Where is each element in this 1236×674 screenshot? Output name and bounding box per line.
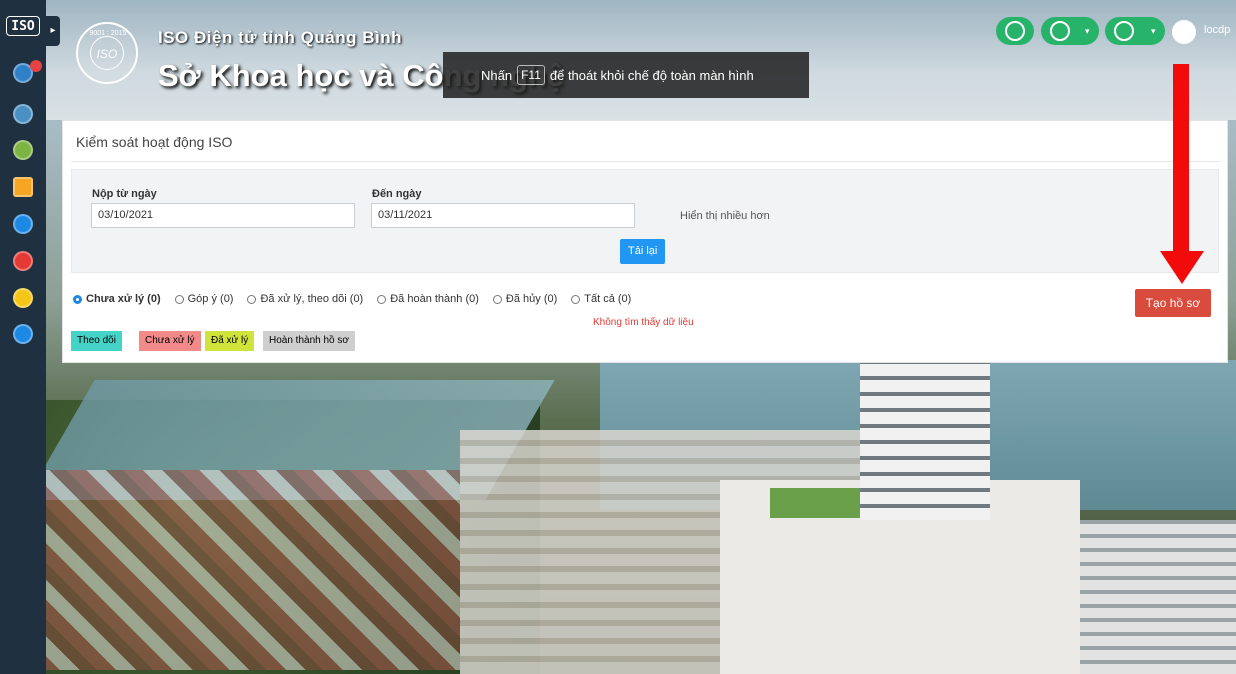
- user-name[interactable]: locdp: [1204, 24, 1230, 36]
- clipboard-icon[interactable]: [13, 140, 33, 160]
- status-filter: Chưa xử lý (0) Góp ý (0) Đã xử lý, theo …: [73, 293, 645, 305]
- users-icon[interactable]: [13, 214, 33, 234]
- globe-icon: [1050, 21, 1070, 41]
- moon-icon[interactable]: [13, 288, 33, 308]
- document-icon[interactable]: [13, 104, 33, 124]
- annotation-arrow-head: [1160, 251, 1204, 284]
- chevron-down-icon: ▾: [1151, 26, 1156, 36]
- folder-icon[interactable]: [13, 177, 33, 197]
- radio-icon: [571, 294, 581, 304]
- to-date-label: Đến ngày: [372, 188, 422, 200]
- chevron-down-icon: ▾: [1085, 26, 1090, 36]
- iso-control-panel: Kiểm soát hoạt động ISO Nộp từ ngày 03/1…: [62, 120, 1228, 363]
- bg-buildings-right: [1080, 520, 1236, 674]
- site-subtitle: ISO Điện tử tỉnh Quảng Bình: [158, 28, 402, 47]
- radio-icon: [492, 294, 502, 304]
- caret-right-icon[interactable]: ▸: [46, 16, 60, 46]
- divider: [71, 161, 1221, 162]
- chart-icon[interactable]: [13, 251, 33, 271]
- from-date-input[interactable]: 03/10/2021: [91, 203, 355, 228]
- show-more-link[interactable]: Hiển thị nhiều hơn: [680, 210, 770, 222]
- status-pending[interactable]: Chưa xử lý (0): [73, 293, 161, 305]
- home-icon: [1005, 21, 1025, 41]
- home-button[interactable]: [996, 17, 1034, 45]
- radio-icon: [174, 294, 184, 304]
- panel-title: Kiểm soát hoạt động ISO: [76, 134, 233, 150]
- status-processed[interactable]: Đã xử lý, theo dõi (0): [247, 293, 363, 305]
- logo-text: ISO: [90, 36, 124, 70]
- sidebar: ISO: [0, 0, 46, 674]
- status-all[interactable]: Tất cả (0): [571, 293, 631, 305]
- notification-badge: [30, 60, 42, 72]
- status-feedback[interactable]: Góp ý (0): [174, 293, 233, 305]
- radio-icon: [377, 294, 387, 304]
- legend-pending: Chưa xử lý: [139, 331, 201, 351]
- avatar[interactable]: [1172, 20, 1196, 44]
- status-completed[interactable]: Đã hoàn thành (0): [377, 293, 479, 305]
- annotation-arrow: [1173, 64, 1189, 254]
- bg-roofs: [40, 470, 460, 670]
- legend-completed: Hoàn thành hồ sơ: [263, 331, 355, 351]
- globe-button[interactable]: ▾: [1041, 17, 1099, 45]
- status-cancelled[interactable]: Đã hủy (0): [492, 293, 557, 305]
- no-data-message: Không tìm thấy dữ liệu: [593, 317, 694, 328]
- toast-key: F11: [517, 65, 545, 85]
- site-logo[interactable]: 9001 : 2015 ISO: [76, 22, 138, 84]
- fullscreen-toast: Nhấn F11 để thoát khỏi chế độ toàn màn h…: [443, 52, 809, 98]
- from-date-label: Nộp từ ngày: [92, 188, 157, 200]
- help-button[interactable]: ▾: [1105, 17, 1165, 45]
- search-icon[interactable]: [13, 324, 33, 344]
- radio-icon: [247, 294, 257, 304]
- reload-button[interactable]: Tải lại: [620, 239, 666, 264]
- toast-prefix: Nhấn: [481, 67, 513, 83]
- toast-suffix: để thoát khỏi chế độ toàn màn hình: [549, 67, 754, 83]
- bg-tower: [860, 340, 990, 520]
- create-record-button[interactable]: Tạo hồ sơ: [1135, 289, 1211, 317]
- radio-icon: [73, 294, 82, 304]
- legend-processed: Đã xử lý: [205, 331, 255, 351]
- legend-following: Theo dõi: [71, 331, 122, 351]
- to-date-input[interactable]: 03/11/2021: [371, 203, 635, 228]
- sidebar-logo[interactable]: ISO: [6, 16, 40, 36]
- help-icon: [1114, 21, 1134, 41]
- filter-box: Nộp từ ngày 03/10/2021 Đến ngày 03/11/20…: [71, 169, 1219, 273]
